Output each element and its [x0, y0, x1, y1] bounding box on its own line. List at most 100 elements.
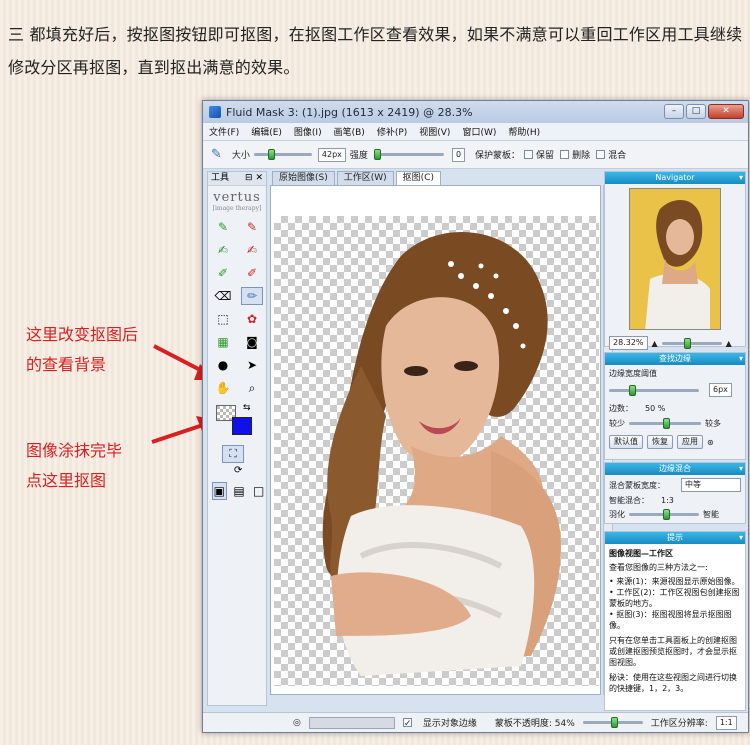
delete-local-brush-icon[interactable]: ✍ — [241, 241, 263, 259]
document-area: 原始图像(S) 工作区(W) 抠图(C) — [270, 171, 613, 725]
threshold-field[interactable]: 6px — [709, 383, 732, 397]
minimize-button[interactable]: – — [664, 104, 684, 119]
size-field[interactable]: 42px — [317, 147, 346, 162]
tab-workspace[interactable]: 工作区(W) — [336, 171, 394, 185]
keep-brush-icon[interactable]: ✎ — [212, 218, 234, 236]
hint-paragraph: 只有在您单击工具面板上的创建抠图或创建抠图预览抠图时，才会显示抠图视图。 — [609, 636, 737, 667]
hint-bullet: • 抠图(3)：抠图视图将显示抠图图像。 — [609, 610, 732, 630]
feather-slider[interactable] — [629, 509, 699, 520]
create-cutout-icon[interactable]: ⛶ — [222, 445, 244, 463]
expand-icon[interactable]: ⊛ — [707, 438, 714, 447]
strength-slider[interactable] — [373, 149, 444, 160]
view-mode-2-icon[interactable]: ▤ — [232, 482, 247, 500]
menu-window[interactable]: 窗口(W) — [462, 125, 496, 138]
status-icon[interactable]: ◎ — [293, 718, 301, 728]
panel-close-icon[interactable]: ▾ — [739, 172, 743, 184]
opacity-slider[interactable] — [582, 717, 643, 728]
delete-brush-icon[interactable]: ✎ — [241, 218, 263, 236]
zoom-icon[interactable]: ⌕ — [241, 379, 263, 397]
annotation-line: 这里改变抠图后 — [26, 325, 139, 344]
view-mode-3-icon[interactable]: □ — [251, 482, 266, 500]
smudge-icon[interactable]: ● — [212, 356, 234, 374]
maximize-button[interactable]: □ — [686, 104, 706, 119]
menu-image[interactable]: 图像(I) — [294, 125, 322, 138]
hint-text: 图像视图—工作区 查看您图像的三种方法之一: • 来源(1)：来源视图显示原始图… — [605, 544, 745, 698]
edge-panel: 查找边缘 ▾ 边缘宽度阈值 6px 边数： 50 % 较少 较多 默认值 恢复 应用… — [604, 352, 746, 460]
hint-line: 查看您图像的三种方法之一: — [609, 563, 708, 572]
blend-panel: 边缘混合 ▾ 混合蒙板宽度： 中等 智能混合： 1:3 羽化 智能 — [604, 462, 746, 524]
zoom-field[interactable]: 28.32% — [609, 336, 648, 350]
tab-original[interactable]: 原始图像(S) — [272, 171, 335, 185]
delete-checkbox[interactable] — [560, 150, 570, 159]
restore-button[interactable]: 恢复 — [647, 435, 673, 449]
pointer-icon[interactable]: ➤ — [241, 356, 263, 374]
annotation-line: 点这里抠图 — [26, 471, 107, 490]
options-bar: ✎ 大小 42px 强度 0 保护蒙板： 保留 删除 混合 — [203, 141, 748, 169]
blend-brush-icon[interactable]: ✏ — [241, 287, 263, 305]
intro-text: 三 都填充好后，按抠图按钮即可抠图，在抠图工作区查看效果，如果不满意可以重回工作… — [8, 25, 743, 77]
hand-icon[interactable]: ✋ — [212, 379, 234, 397]
view-tabs: 原始图像(S) 工作区(W) 抠图(C) — [270, 171, 601, 185]
mask-width-select[interactable]: 中等 — [681, 478, 741, 492]
swap-icon[interactable]: ⇆ — [243, 403, 251, 413]
keep-fill-icon[interactable]: ✐ — [212, 264, 234, 282]
delete-fill-icon[interactable]: ✐ — [241, 264, 263, 282]
blue-swatch[interactable] — [232, 417, 252, 435]
protect-label: 保护蒙板： — [475, 151, 521, 161]
hint-header: 提示 ▾ — [605, 532, 745, 544]
eraser-icon[interactable]: ⌫ — [212, 287, 234, 305]
menu-view[interactable]: 视图(V) — [419, 125, 450, 138]
menu-help[interactable]: 帮助(H) — [508, 125, 540, 138]
view-mode-1-icon[interactable]: ▣ — [212, 482, 227, 500]
tab-cutout[interactable]: 抠图(C) — [395, 171, 441, 185]
threshold-slider[interactable] — [609, 384, 699, 396]
mask-width-label: 混合蒙板宽度： — [609, 480, 665, 490]
menu-brush[interactable]: 画笔(B) — [334, 125, 365, 138]
keep-local-brush-icon[interactable]: ✍ — [212, 241, 234, 259]
strength-label: 强度 — [349, 151, 368, 161]
view-background-swatch[interactable]: ⇆ — [216, 403, 260, 441]
image-canvas[interactable] — [270, 185, 601, 695]
patch-icon[interactable]: ✿ — [241, 310, 263, 328]
strength-field[interactable]: 0 — [451, 147, 466, 162]
marquee-icon[interactable]: ⬚ — [212, 310, 234, 328]
panel-close-icon[interactable]: ▾ — [739, 353, 743, 365]
blend-checkbox[interactable] — [596, 150, 606, 159]
grid-select-icon[interactable]: ▦ — [212, 333, 234, 351]
annotation-line: 的查看背景 — [26, 355, 107, 374]
menu-file[interactable]: 文件(F) — [209, 125, 239, 138]
show-edges-label: 显示对象边缘 — [422, 719, 477, 729]
contrast-slider[interactable] — [629, 418, 701, 429]
size-slider[interactable] — [253, 149, 312, 160]
status-bar: ◎ ✓ 显示对象边缘 蒙板不透明度: 54% 工作区分辨率: 1:1 — [203, 712, 748, 732]
panel-close-icon[interactable]: ▾ — [739, 463, 743, 475]
navigator-header: Navigator ▾ — [605, 172, 745, 184]
smart-label: 智能 — [703, 510, 719, 519]
navigator-thumbnail[interactable] — [629, 188, 721, 330]
hint-bullet: • 来源(1)：来源视图显示原始图像。 — [609, 577, 740, 586]
zoom-out-icon[interactable]: ▲ — [652, 339, 658, 348]
more-label: 较多 — [705, 419, 721, 428]
menu-edit[interactable]: 编辑(E) — [251, 125, 282, 138]
show-edges-checkbox[interactable]: ✓ — [402, 718, 412, 729]
close-button[interactable]: ✕ — [708, 104, 744, 119]
keep-checkbox[interactable] — [524, 150, 534, 159]
hint-bullet: • 工作区(2)：工作区视图包创建抠图蒙板的地方。 — [609, 588, 740, 608]
feather-label: 羽化 — [609, 510, 625, 519]
apply-button[interactable]: 应用 — [677, 435, 703, 449]
smart-blend-label: 智能混合： — [609, 496, 649, 505]
thumbnail-image — [645, 200, 710, 329]
hint-heading: 图像视图—工作区 — [609, 549, 673, 558]
camera-icon[interactable]: ◙ — [241, 333, 263, 351]
annotation-line: 图像涂抹完毕 — [26, 441, 123, 460]
zoom-in-icon[interactable]: ▲ — [726, 339, 732, 348]
panel-close-icon[interactable]: ⊟ ✕ — [245, 172, 263, 185]
resolution-select[interactable]: 1:1 — [715, 715, 737, 730]
window-title: Fluid Mask 3: (1).jpg (1613 x 2419) @ 28… — [226, 105, 473, 119]
panel-close-icon[interactable]: ▾ — [739, 532, 743, 544]
vertus-logo: vertus [image therapy] — [212, 190, 262, 212]
menu-patch[interactable]: 修补(P) — [377, 125, 407, 138]
refresh-icon[interactable]: ⟳ — [208, 463, 266, 476]
default-button[interactable]: 默认值 — [609, 435, 643, 449]
zoom-slider[interactable] — [661, 337, 722, 349]
